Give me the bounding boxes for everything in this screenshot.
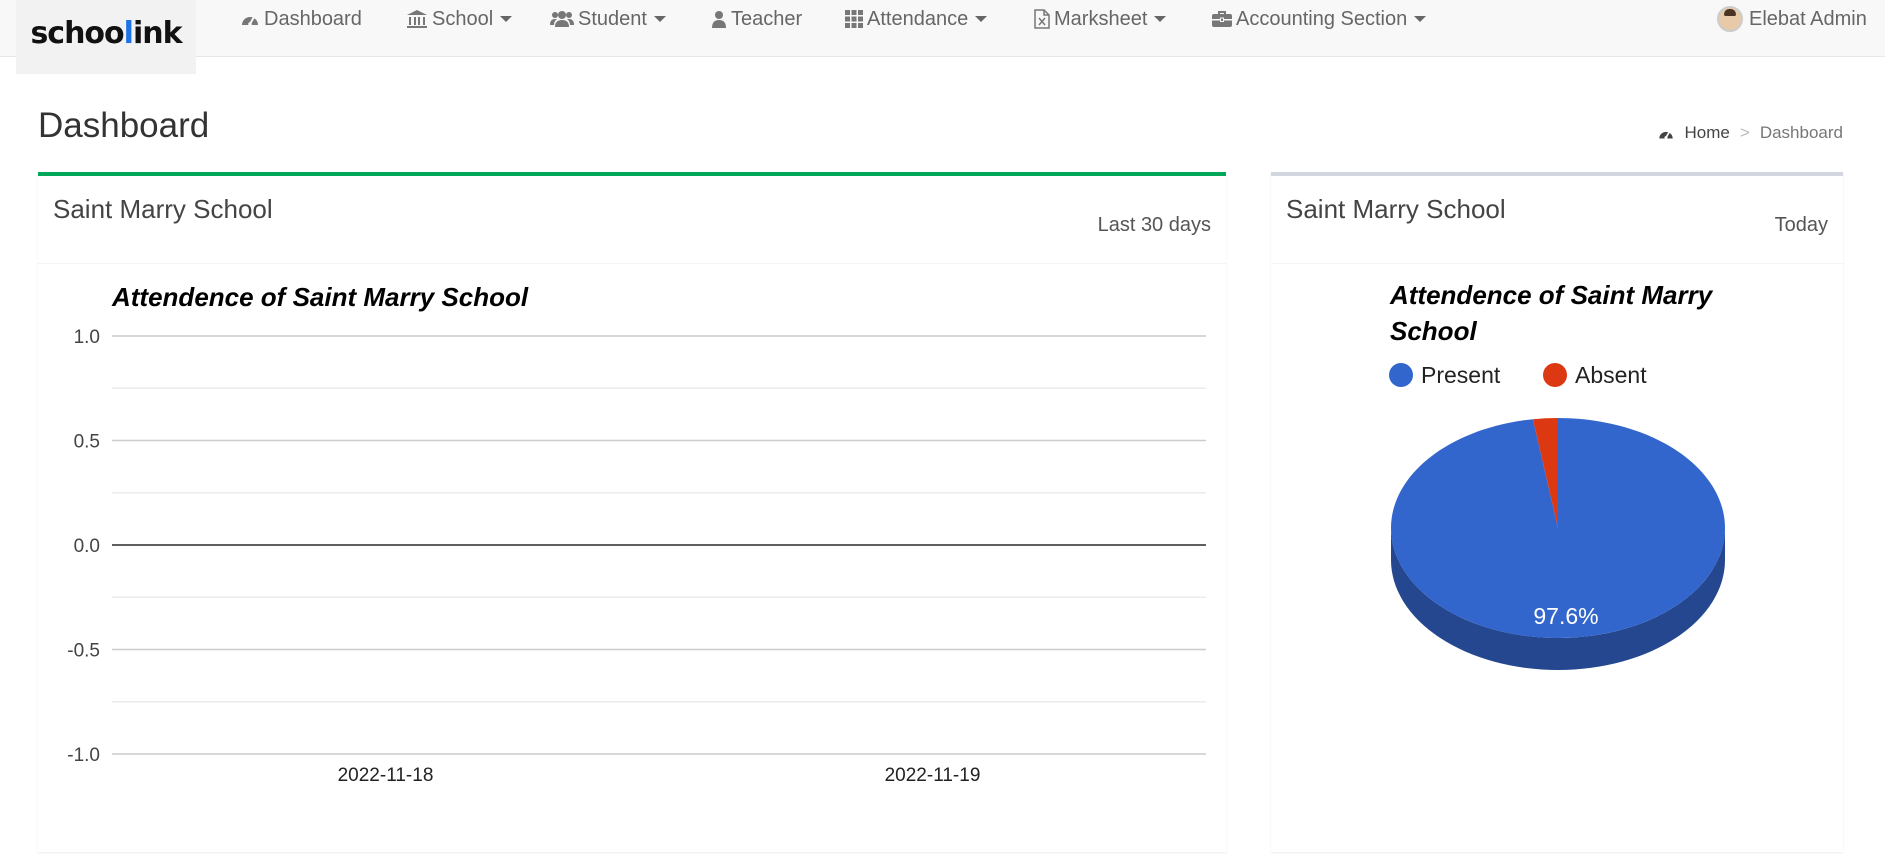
y-tick-label: 0.5 xyxy=(74,432,100,453)
nav-school[interactable]: School xyxy=(406,0,513,38)
chevron-down-icon xyxy=(1414,16,1427,22)
legend-swatch xyxy=(1389,363,1413,387)
nav-dashboard-label: Dashboard xyxy=(264,7,362,30)
chevron-down-icon xyxy=(653,16,666,22)
user-icon xyxy=(712,11,726,28)
x-tick-label: 2022-11-19 xyxy=(885,765,981,786)
box-header: Saint Marry School Last 30 days xyxy=(38,176,1226,264)
chevron-down-icon xyxy=(500,16,513,22)
dashboard-icon xyxy=(1658,130,1673,139)
grid-icon xyxy=(845,10,863,28)
page-title: Dashboard xyxy=(38,106,210,145)
breadcrumb-home-link[interactable]: Home xyxy=(1657,123,1730,143)
institution-icon xyxy=(407,10,427,28)
pie-slice-label: 97.6% xyxy=(1533,603,1598,629)
file-excel-icon xyxy=(1034,9,1050,29)
nav-attendance-label: Attendance xyxy=(867,7,969,30)
avatar xyxy=(1717,6,1743,32)
legend-label: Absent xyxy=(1575,362,1647,388)
attendance-line-chart: Attendence of Saint Marry School 1.0 0.5 0… xyxy=(67,282,1206,786)
attendance-today-box: Saint Marry School Today Attendence of S… xyxy=(1271,172,1843,852)
breadcrumb-current: Dashboard xyxy=(1759,123,1843,142)
chart-title-line-2: School xyxy=(1390,316,1477,346)
legend-item-present[interactable]: Present xyxy=(1389,362,1501,388)
nav-accounting-section[interactable]: Accounting Section xyxy=(1212,0,1427,38)
users-icon xyxy=(550,11,574,27)
nav-teacher-label: Teacher xyxy=(731,7,803,30)
attendance-30-days-box: Saint Marry School Last 30 days Attenden… xyxy=(38,172,1226,852)
nav-accounting-section-label: Accounting Section xyxy=(1236,7,1408,30)
brand-logo[interactable]: schoolink xyxy=(16,0,196,74)
breadcrumb-home-label: Home xyxy=(1684,123,1730,142)
nav-marksheet-label: Marksheet xyxy=(1054,7,1148,30)
box-range: Today xyxy=(1774,214,1828,236)
attendance-pie-chart: Attendence of Saint Marry School Present… xyxy=(1389,280,1725,670)
box-title: Saint Marry School xyxy=(53,194,273,224)
nav-marksheet[interactable]: Marksheet xyxy=(1034,0,1167,38)
y-tick-label: -1.0 xyxy=(67,745,100,766)
chart-title: Attendence of Saint Marry School xyxy=(111,282,529,312)
nav-attendance[interactable]: Attendance xyxy=(845,0,988,38)
breadcrumb-separator: > xyxy=(1739,123,1750,142)
dashboard-icon xyxy=(242,16,258,26)
legend-item-absent[interactable]: Absent xyxy=(1543,362,1647,388)
chart-title-line-1: Attendence of Saint Marry xyxy=(1389,280,1714,310)
nav-student-label: Student xyxy=(578,7,647,30)
chevron-down-icon xyxy=(1154,16,1167,22)
box-header: Saint Marry School Today xyxy=(1271,176,1843,264)
nav-teacher[interactable]: Teacher xyxy=(711,0,802,38)
chevron-down-icon xyxy=(975,16,988,22)
legend-swatch xyxy=(1543,363,1567,387)
user-name: Elebat Admin xyxy=(1749,7,1867,30)
breadcrumb: Home > Dashboard xyxy=(1657,123,1843,143)
user-menu[interactable]: Elebat Admin xyxy=(1717,0,1867,38)
y-tick-label: 0.0 xyxy=(74,536,100,557)
nav-student[interactable]: Student xyxy=(550,0,666,38)
brand-logo-text: schoolink xyxy=(30,16,182,51)
box-title: Saint Marry School xyxy=(1286,194,1506,224)
nav-dashboard[interactable]: Dashboard xyxy=(240,0,362,38)
y-tick-label: 1.0 xyxy=(74,327,100,348)
nav-school-label: School xyxy=(432,7,494,30)
top-navbar: schoolink Dashboard School Student Teach… xyxy=(0,0,1885,74)
x-tick-label: 2022-11-18 xyxy=(338,765,434,786)
box-range: Last 30 days xyxy=(1097,214,1211,236)
briefcase-icon xyxy=(1212,11,1232,27)
y-tick-label: -0.5 xyxy=(67,641,100,662)
legend-label: Present xyxy=(1421,362,1501,388)
